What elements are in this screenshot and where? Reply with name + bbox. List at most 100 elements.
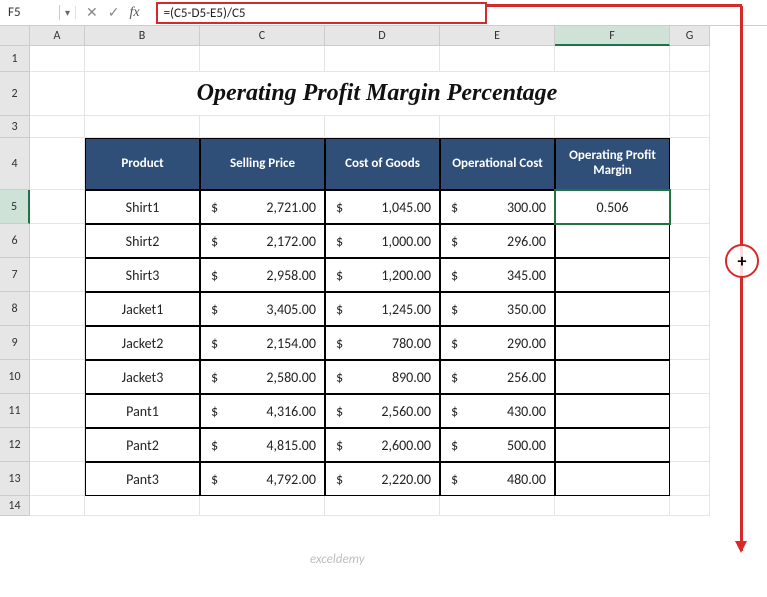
row-header-9[interactable]: 9 — [0, 326, 30, 360]
cell-empty[interactable] — [30, 138, 85, 190]
cell-empty[interactable] — [85, 46, 200, 72]
cell-cost-6[interactable]: $1,000.00 — [325, 224, 440, 258]
cell-empty[interactable] — [440, 116, 555, 138]
cell-empty[interactable] — [670, 224, 710, 258]
cell-product-6[interactable]: Shirt2 — [85, 224, 200, 258]
cell-empty[interactable] — [30, 224, 85, 258]
formula-input[interactable]: =(C5-D5-E5)/C5 — [156, 2, 487, 24]
cell-oper-7[interactable]: $345.00 — [440, 258, 555, 292]
cell-margin-8[interactable] — [555, 292, 670, 326]
cell-empty[interactable] — [670, 428, 710, 462]
cell-empty[interactable] — [555, 496, 670, 516]
cell-margin-12[interactable] — [555, 428, 670, 462]
cell-empty[interactable] — [30, 326, 85, 360]
col-header-B[interactable]: B — [85, 26, 200, 46]
row-header-2[interactable]: 2 — [0, 72, 30, 116]
cell-selling-11[interactable]: $4,316.00 — [200, 394, 325, 428]
fx-icon[interactable]: fx — [129, 5, 145, 21]
cell-empty[interactable] — [30, 394, 85, 428]
cell-product-8[interactable]: Jacket1 — [85, 292, 200, 326]
row-header-11[interactable]: 11 — [0, 394, 30, 428]
cell-empty[interactable] — [670, 116, 710, 138]
cell-empty[interactable] — [670, 292, 710, 326]
cell-margin-10[interactable] — [555, 360, 670, 394]
cell-cost-9[interactable]: $780.00 — [325, 326, 440, 360]
cell-product-12[interactable]: Pant2 — [85, 428, 200, 462]
cancel-icon[interactable]: ✕ — [86, 4, 98, 21]
row-header-6[interactable]: 6 — [0, 224, 30, 258]
cell-empty[interactable] — [555, 46, 670, 72]
cell-empty[interactable] — [30, 116, 85, 138]
col-header-D[interactable]: D — [325, 26, 440, 46]
cell-empty[interactable] — [670, 496, 710, 516]
cell-oper-13[interactable]: $480.00 — [440, 462, 555, 496]
row-header-12[interactable]: 12 — [0, 428, 30, 462]
cell-empty[interactable] — [440, 46, 555, 72]
name-box[interactable]: F5 — [0, 5, 60, 20]
cell-selling-13[interactable]: $4,792.00 — [200, 462, 325, 496]
cell-empty[interactable] — [440, 496, 555, 516]
cell-cost-13[interactable]: $2,220.00 — [325, 462, 440, 496]
cell-cost-10[interactable]: $890.00 — [325, 360, 440, 394]
spreadsheet-grid[interactable]: ABCDEFG12Operating Profit Margin Percent… — [0, 26, 767, 516]
cell-margin-13[interactable] — [555, 462, 670, 496]
cell-empty[interactable] — [670, 360, 710, 394]
row-header-8[interactable]: 8 — [0, 292, 30, 326]
cell-empty[interactable] — [670, 72, 710, 116]
row-header-5[interactable]: 5 — [0, 190, 30, 224]
cell-selling-12[interactable]: $4,815.00 — [200, 428, 325, 462]
row-header-14[interactable]: 14 — [0, 496, 30, 516]
cell-selling-10[interactable]: $2,580.00 — [200, 360, 325, 394]
row-header-13[interactable]: 13 — [0, 462, 30, 496]
enter-icon[interactable]: ✓ — [108, 4, 120, 21]
cell-cost-8[interactable]: $1,245.00 — [325, 292, 440, 326]
row-header-4[interactable]: 4 — [0, 138, 30, 190]
cell-selling-7[interactable]: $2,958.00 — [200, 258, 325, 292]
cell-selling-5[interactable]: $2,721.00 — [200, 190, 325, 224]
cell-margin-5[interactable]: 0.506 — [555, 190, 670, 224]
row-header-3[interactable]: 3 — [0, 116, 30, 138]
cell-empty[interactable] — [670, 258, 710, 292]
cell-empty[interactable] — [30, 462, 85, 496]
cell-margin-11[interactable] — [555, 394, 670, 428]
cell-product-5[interactable]: Shirt1 — [85, 190, 200, 224]
cell-empty[interactable] — [200, 46, 325, 72]
cell-product-9[interactable]: Jacket2 — [85, 326, 200, 360]
col-header-A[interactable]: A — [30, 26, 85, 46]
cell-empty[interactable] — [670, 138, 710, 190]
cell-empty[interactable] — [670, 46, 710, 72]
cell-empty[interactable] — [200, 496, 325, 516]
cell-empty[interactable] — [30, 292, 85, 326]
cell-oper-11[interactable]: $430.00 — [440, 394, 555, 428]
cell-oper-6[interactable]: $296.00 — [440, 224, 555, 258]
cell-cost-11[interactable]: $2,560.00 — [325, 394, 440, 428]
row-header-7[interactable]: 7 — [0, 258, 30, 292]
cell-margin-9[interactable] — [555, 326, 670, 360]
cell-product-7[interactable]: Shirt3 — [85, 258, 200, 292]
row-header-1[interactable]: 1 — [0, 46, 30, 72]
cell-product-11[interactable]: Pant1 — [85, 394, 200, 428]
cell-oper-10[interactable]: $256.00 — [440, 360, 555, 394]
cell-oper-8[interactable]: $350.00 — [440, 292, 555, 326]
cell-empty[interactable] — [670, 190, 710, 224]
row-header-10[interactable]: 10 — [0, 360, 30, 394]
cell-margin-6[interactable] — [555, 224, 670, 258]
select-all-corner[interactable] — [0, 26, 30, 46]
col-header-G[interactable]: G — [670, 26, 710, 46]
cell-product-13[interactable]: Pant3 — [85, 462, 200, 496]
cell-empty[interactable] — [670, 462, 710, 496]
cell-cost-5[interactable]: $1,045.00 — [325, 190, 440, 224]
cell-empty[interactable] — [30, 496, 85, 516]
cell-margin-7[interactable] — [555, 258, 670, 292]
cell-oper-5[interactable]: $300.00 — [440, 190, 555, 224]
cell-empty[interactable] — [30, 46, 85, 72]
cell-empty[interactable] — [325, 46, 440, 72]
cell-empty[interactable] — [30, 428, 85, 462]
cell-empty[interactable] — [200, 116, 325, 138]
cell-empty[interactable] — [555, 116, 670, 138]
cell-empty[interactable] — [30, 190, 85, 224]
cell-empty[interactable] — [325, 496, 440, 516]
cell-cost-12[interactable]: $2,600.00 — [325, 428, 440, 462]
cell-oper-9[interactable]: $290.00 — [440, 326, 555, 360]
cell-selling-8[interactable]: $3,405.00 — [200, 292, 325, 326]
